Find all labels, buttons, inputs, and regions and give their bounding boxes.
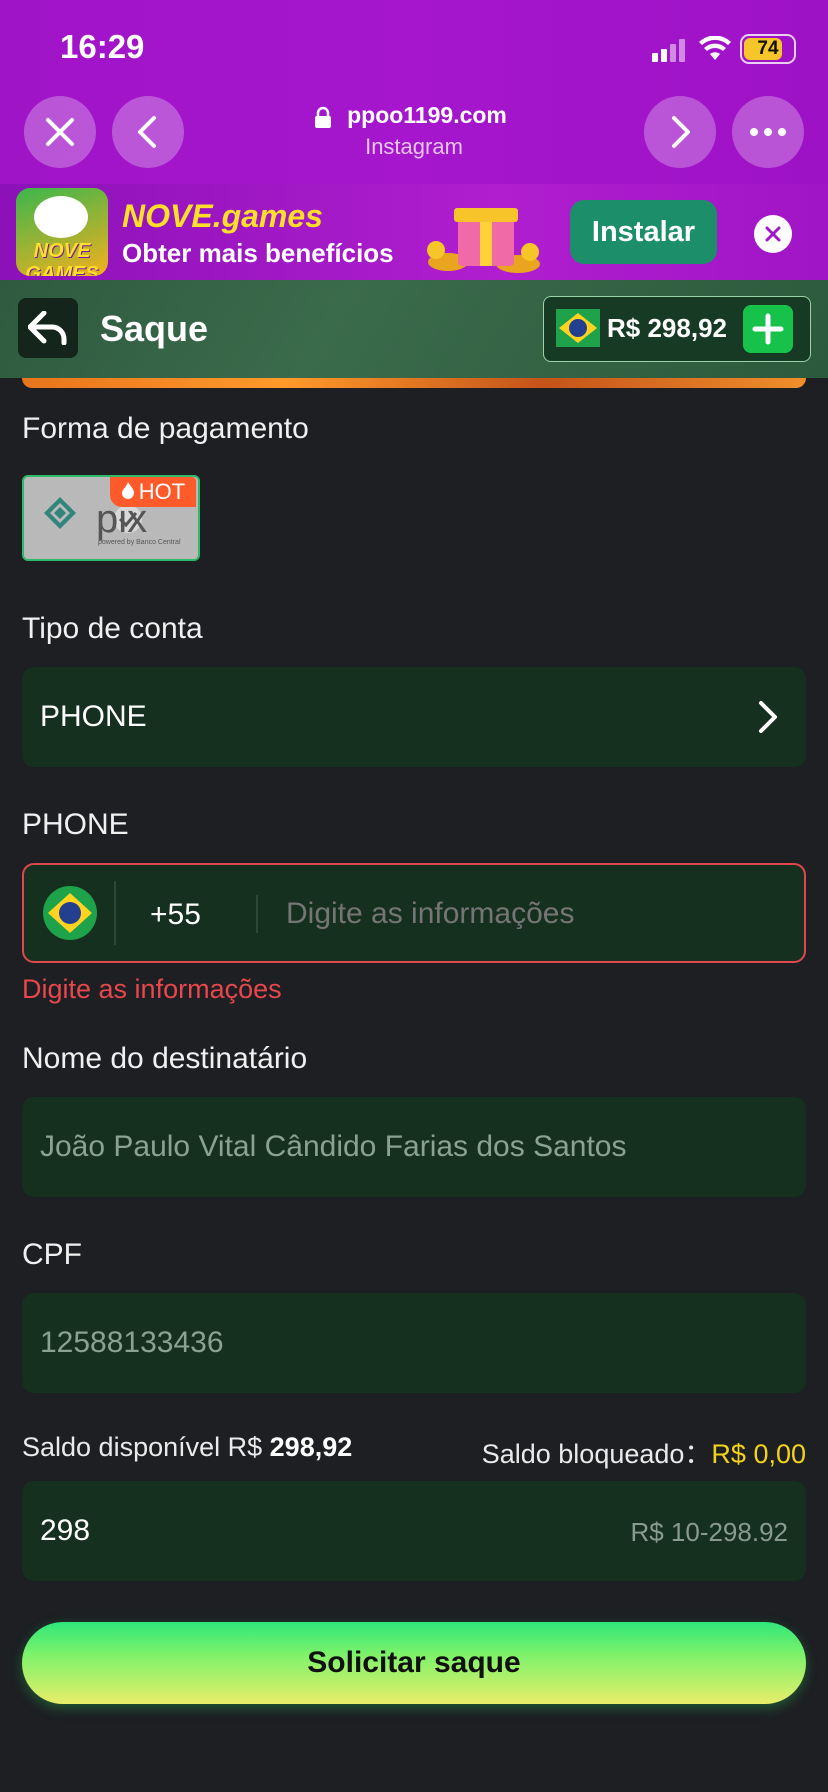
banner-tagline: Obter mais benefícios: [122, 238, 394, 268]
payment-method-label: Forma de pagamento: [22, 412, 309, 445]
amount-field[interactable]: 298 R$ 10-298.92: [22, 1481, 806, 1581]
plus-icon: [752, 313, 784, 345]
amount-range-hint: R$ 10-298.92: [630, 1517, 788, 1547]
battery-icon: 74: [740, 34, 796, 64]
phone-label: PHONE: [22, 808, 129, 841]
account-type-label: Tipo de conta: [22, 612, 203, 645]
recipient-label: Nome do destinatário: [22, 1042, 308, 1075]
cpf-value: 12588133436: [40, 1326, 224, 1359]
gift-icon: [418, 190, 550, 276]
back-button[interactable]: [18, 298, 78, 358]
install-button[interactable]: Instalar: [570, 200, 717, 264]
country-code[interactable]: +55: [150, 898, 201, 932]
blocked-balance: Saldo bloqueado：R$ 0,00: [482, 1432, 806, 1471]
submit-withdrawal-button[interactable]: Solicitar saque: [22, 1622, 806, 1704]
wifi-icon: [698, 35, 732, 62]
page-title: Saque: [100, 308, 209, 349]
phone-field[interactable]: +55: [22, 863, 806, 963]
blocked-balance-label: Saldo bloqueado：: [481, 1439, 712, 1469]
browser-more-button[interactable]: [732, 96, 804, 168]
available-balance: Saldo disponível R$ 298,92: [22, 1432, 352, 1463]
app-logo: NOVE GAMES: [16, 188, 108, 276]
deposit-button[interactable]: [743, 305, 793, 353]
cpf-field[interactable]: 12588133436: [22, 1293, 806, 1393]
brazil-flag-icon: [556, 309, 600, 347]
back-arrow-icon: [28, 311, 67, 345]
phone-error-text: Digite as informações: [22, 974, 282, 1004]
account-type-select[interactable]: PHONE: [22, 667, 806, 767]
chevron-right-icon: [672, 116, 690, 148]
hot-badge: HOT: [110, 477, 196, 507]
status-time: 16:29: [60, 28, 145, 65]
promo-banner-strip: [22, 378, 806, 388]
cpf-label: CPF: [22, 1238, 82, 1271]
available-balance-value: 298,92: [269, 1432, 353, 1462]
amount-value: 298: [40, 1514, 91, 1547]
close-icon: [765, 226, 781, 242]
phone-input[interactable]: [286, 889, 786, 939]
divider: [256, 895, 258, 933]
banner-brand: NOVE.games: [122, 198, 323, 234]
browser-forward-button[interactable]: [644, 96, 716, 168]
divider: [114, 881, 116, 945]
available-balance-label: Saldo disponível R$: [22, 1432, 270, 1462]
balance-value: R$ 298,92: [607, 313, 727, 343]
more-icon: [750, 128, 786, 136]
flame-icon: [121, 479, 135, 505]
recipient-field[interactable]: João Paulo Vital Cândido Farias dos Sant…: [22, 1097, 806, 1197]
account-type-value: PHONE: [40, 700, 147, 733]
brazil-flag-icon: [43, 886, 97, 940]
chevron-right-icon: [759, 701, 777, 733]
signal-icon: [652, 38, 692, 62]
recipient-value: João Paulo Vital Cândido Farias dos Sant…: [40, 1130, 627, 1163]
banner-close-button[interactable]: [754, 215, 792, 253]
blocked-balance-value: R$ 0,00: [711, 1439, 806, 1469]
